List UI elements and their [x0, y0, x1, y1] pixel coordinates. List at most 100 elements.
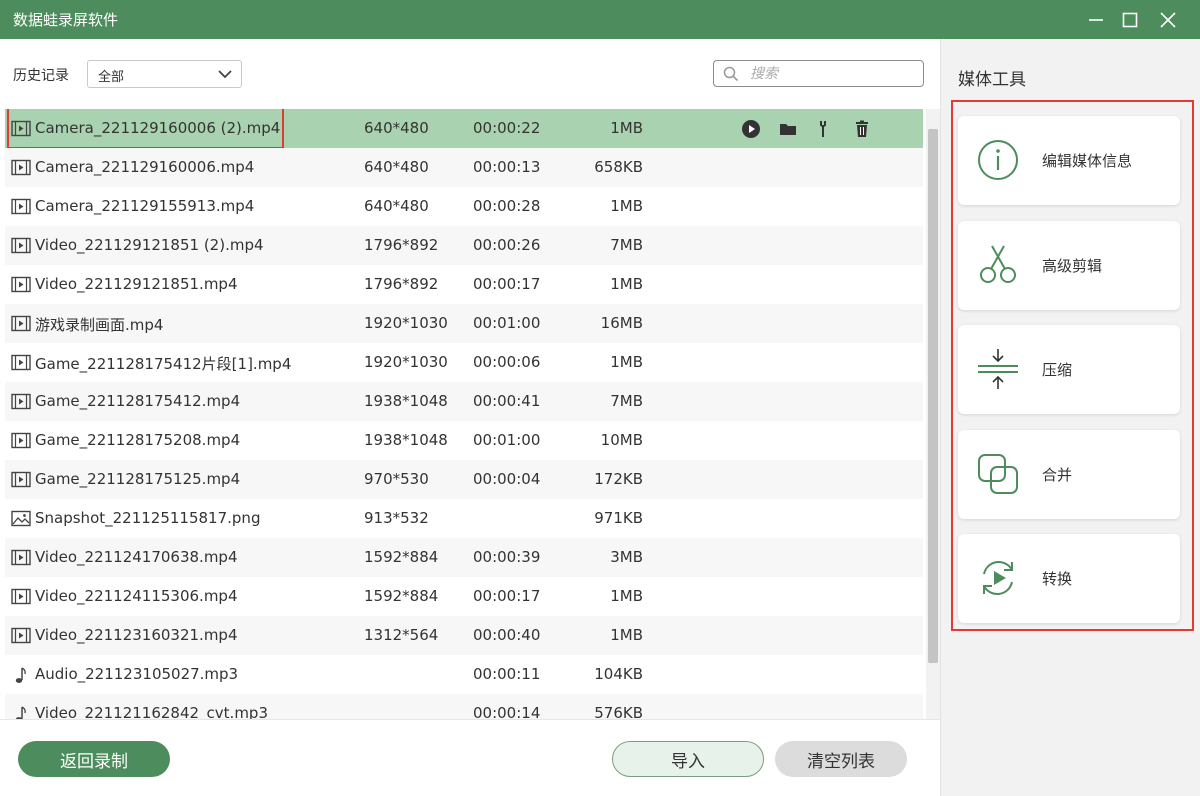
file-resolution: 1920*1030 — [364, 314, 448, 332]
search-input[interactable] — [750, 64, 910, 84]
maximize-icon — [1122, 12, 1138, 28]
file-duration: 00:00:22 — [473, 119, 541, 137]
media-tools-panel: 媒体工具 编辑媒体信息高级剪辑压缩合并转换 — [940, 39, 1200, 796]
file-name: Snapshot_221125115817.png — [35, 509, 261, 527]
file-row[interactable]: Camera_221129160006 (2).mp4 640*480 00:00:… — [5, 109, 923, 149]
maximize-button[interactable] — [1116, 6, 1144, 34]
file-resolution: 640*480 — [364, 158, 429, 176]
file-resolution: 640*480 — [364, 197, 429, 215]
file-row[interactable]: Camera_221129155913.mp4 640*480 00:00:28 1M… — [5, 187, 923, 226]
search-box[interactable] — [713, 60, 924, 87]
file-duration: 00:00:26 — [473, 236, 541, 254]
scissors-icon — [976, 243, 1020, 287]
file-name: Video_221129121851.mp4 — [35, 275, 238, 293]
file-resolution: 1592*884 — [364, 548, 439, 566]
trash-icon[interactable] — [852, 119, 889, 139]
file-name: Video_221123160321.mp4 — [35, 626, 238, 644]
import-button[interactable]: 导入 — [612, 741, 764, 777]
play-icon[interactable] — [741, 119, 778, 139]
file-name: Game_221128175412片段[1].mp4 — [35, 355, 292, 373]
filter-value: 全部 — [98, 70, 125, 85]
video-file-icon — [11, 276, 31, 297]
media-tools-title: 媒体工具 — [958, 70, 1026, 90]
file-resolution: 913*532 — [364, 509, 429, 527]
tool-label: 高级剪辑 — [1042, 256, 1103, 275]
file-row[interactable]: Game_221128175412片段[1].mp4 1920*1030 00:00… — [5, 343, 923, 382]
chevron-down-icon — [218, 70, 232, 79]
file-name: Video_221121162842_cvt.mp3 — [35, 704, 268, 719]
file-duration: 00:00:06 — [473, 353, 541, 371]
file-row[interactable]: Snapshot_221125115817.png 913*532 971KB — [5, 499, 923, 538]
file-resolution: 1938*1048 — [364, 431, 448, 449]
file-row[interactable]: Video_221129121851 (2).mp4 1796*892 00:00:… — [5, 226, 923, 265]
file-row[interactable]: Video_221124115306.mp4 1592*884 00:00:17 1M… — [5, 577, 923, 616]
video-file-icon — [11, 354, 31, 375]
file-size: 1MB — [610, 626, 643, 644]
file-duration: 00:00:13 — [473, 158, 541, 176]
edit-media-info-tool[interactable]: 编辑媒体信息 — [958, 116, 1180, 205]
file-name: Game_221128175208.mp4 — [35, 431, 241, 449]
minimize-icon — [1089, 19, 1103, 21]
close-button[interactable] — [1154, 6, 1182, 34]
file-row[interactable]: Game_221128175208.mp4 1938*1048 00:01:00 10… — [5, 421, 923, 460]
file-resolution: 970*530 — [364, 470, 429, 488]
info-icon — [976, 138, 1020, 182]
file-duration: 00:01:00 — [473, 314, 541, 332]
file-name: Video_221124170638.mp4 — [35, 548, 238, 566]
video-file-icon — [11, 471, 31, 492]
history-filter-select[interactable]: 全部 — [87, 60, 242, 88]
advanced-edit-tool[interactable]: 高级剪辑 — [958, 220, 1180, 310]
file-name: Camera_221129160006 (2).mp4 — [35, 119, 281, 137]
file-size: 7MB — [610, 392, 643, 410]
file-row[interactable]: Audio_221123105027.mp3 00:00:11 104KB — [5, 655, 923, 694]
tool-label: 合并 — [1042, 465, 1073, 484]
file-resolution: 1592*884 — [364, 587, 439, 605]
file-size: 16MB — [600, 314, 643, 332]
clear-list-button[interactable]: 清空列表 — [775, 741, 907, 777]
file-resolution: 1920*1030 — [364, 353, 448, 371]
file-row[interactable]: Video_221121162842_cvt.mp3 00:00:14 576KB — [5, 694, 923, 719]
title-bar: 数据蛙录屏软件 — [0, 0, 1200, 39]
file-row[interactable]: Game_221128175412.mp4 1938*1048 00:00:41 7M… — [5, 382, 923, 421]
convert-icon — [976, 556, 1020, 600]
back-to-record-button[interactable]: 返回录制 — [18, 741, 170, 777]
scrollbar[interactable] — [926, 109, 940, 719]
file-duration: 00:00:14 — [473, 704, 541, 719]
folder-icon[interactable] — [778, 119, 815, 139]
file-size: 10MB — [600, 431, 643, 449]
scrollbar-thumb[interactable] — [928, 129, 938, 663]
file-size: 104KB — [594, 665, 643, 683]
wrench-icon[interactable] — [815, 119, 852, 139]
file-name: Video_221124115306.mp4 — [35, 587, 238, 605]
minimize-button[interactable] — [1082, 6, 1110, 34]
file-row[interactable]: Video_221129121851.mp4 1796*892 00:00:17 1M… — [5, 265, 923, 304]
compress-tool[interactable]: 压缩 — [958, 325, 1180, 414]
file-row[interactable]: Video_221124170638.mp4 1592*884 00:00:39 3M… — [5, 538, 923, 577]
file-duration: 00:00:41 — [473, 392, 541, 410]
file-name: Camera_221129160006.mp4 — [35, 158, 255, 176]
file-size: 576KB — [594, 704, 643, 719]
file-duration: 00:00:04 — [473, 470, 541, 488]
file-resolution: 1796*892 — [364, 236, 439, 254]
image-file-icon — [11, 510, 31, 531]
file-row[interactable]: 游戏录制画面.mp4 1920*1030 00:01:00 16MB — [5, 304, 923, 343]
file-size: 3MB — [610, 548, 643, 566]
video-file-icon — [11, 432, 31, 453]
history-label: 历史记录 — [13, 68, 69, 84]
file-row[interactable]: Game_221128175125.mp4 970*530 00:00:04 172K… — [5, 460, 923, 499]
video-file-icon — [11, 393, 31, 414]
search-icon — [723, 66, 739, 82]
file-name: Video_221129121851 (2).mp4 — [35, 236, 264, 254]
audio-file-icon — [11, 705, 31, 719]
video-file-icon — [11, 159, 31, 180]
file-size: 971KB — [594, 509, 643, 527]
merge-tool[interactable]: 合并 — [958, 429, 1180, 519]
convert-tool[interactable]: 转换 — [958, 534, 1180, 623]
file-size: 1MB — [610, 353, 643, 371]
bottom-bar: 返回录制 导入 清空列表 — [0, 719, 940, 796]
window-title: 数据蛙录屏软件 — [13, 11, 119, 29]
file-duration: 00:00:28 — [473, 197, 541, 215]
file-row[interactable]: Video_221123160321.mp4 1312*564 00:00:40 1M… — [5, 616, 923, 655]
video-file-icon — [11, 120, 31, 141]
file-row[interactable]: Camera_221129160006.mp4 640*480 00:00:13 65… — [5, 148, 923, 187]
